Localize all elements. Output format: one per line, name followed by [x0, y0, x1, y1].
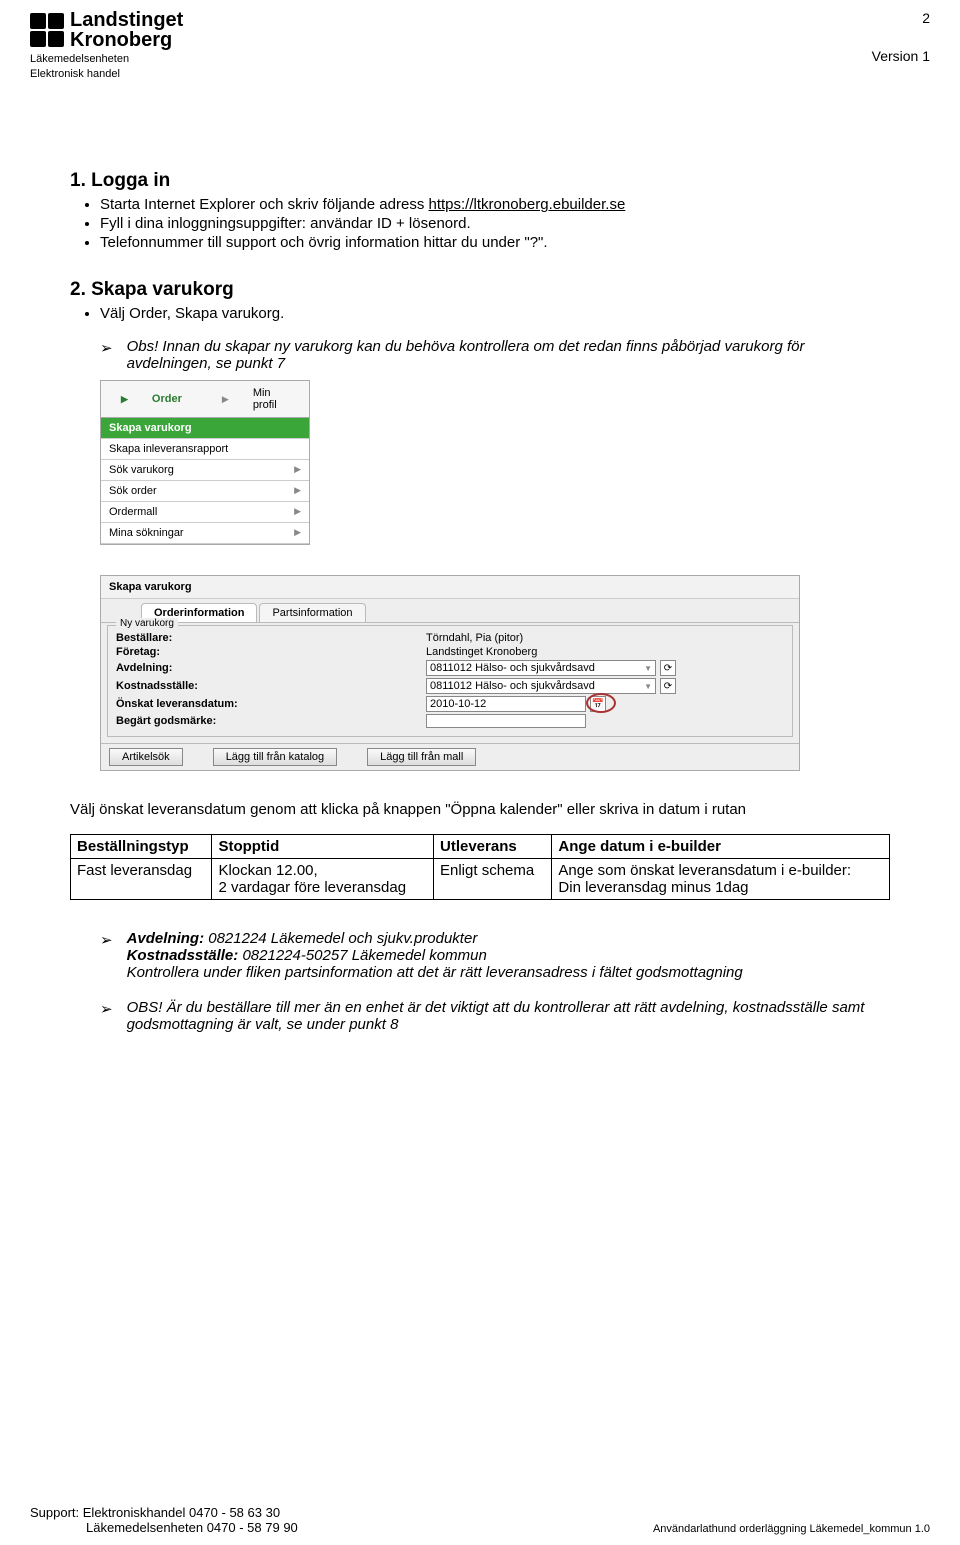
- refresh-icon[interactable]: ⟳: [660, 678, 676, 694]
- combo-kostnad-value: 0811012 Hälso- och sjukvårdsavd: [430, 680, 595, 692]
- menu-item[interactable]: Skapa inleveransrapport: [101, 439, 309, 460]
- footer-left-line1: Support: Elektroniskhandel 0470 - 58 63 …: [30, 1505, 298, 1520]
- chevron-right-icon: ▶: [294, 464, 301, 476]
- delivery-table: Beställningstyp Stopptid Utleverans Ange…: [70, 834, 890, 900]
- chevron-right-icon: ▶: [294, 527, 301, 539]
- create-cart-form-screenshot: Skapa varukorg Orderinformation Partsinf…: [100, 575, 800, 771]
- chevron-down-icon: ▼: [640, 682, 652, 691]
- logo-line1: Landstinget: [70, 10, 183, 30]
- logo-icon: [30, 13, 64, 47]
- logo-line2: Kronoberg: [70, 30, 183, 50]
- menu-item-label: Sök order: [109, 485, 157, 497]
- tab-partsinfo[interactable]: Partsinformation: [259, 603, 365, 622]
- version-label: Version 1: [872, 48, 930, 64]
- button-artikelsok[interactable]: Artikelsök: [109, 748, 183, 766]
- menu-item[interactable]: Sök varukorg ▶: [101, 460, 309, 481]
- arrow-icon: ➢: [100, 338, 113, 372]
- logo-sub2: Elektronisk handel: [30, 68, 183, 80]
- arrow-icon: ➢: [100, 999, 113, 1033]
- list-item: Telefonnummer till support och övrig inf…: [100, 234, 890, 251]
- table-cell: Enligt schema: [434, 859, 552, 900]
- input-godsmarke[interactable]: [426, 714, 586, 728]
- triangle-icon: ▶: [212, 391, 239, 408]
- button-lagg-katalog[interactable]: Lägg till från katalog: [213, 748, 337, 766]
- label-avdelning: Avdelning:: [116, 662, 426, 674]
- logo-block: Landstinget Kronoberg Läkemedelsenheten …: [30, 10, 183, 80]
- section2-bullets: Välj Order, Skapa varukorg.: [100, 305, 890, 322]
- note-obs: OBS! Är du beställare till mer än en enh…: [127, 999, 890, 1033]
- value-foretag: Landstinget Kronoberg: [426, 646, 537, 658]
- footer-right: Användarlathund orderläggning Läkemedel_…: [653, 1523, 930, 1535]
- chevron-right-icon: ▶: [294, 485, 301, 497]
- table-row: Fast leveransdagKlockan 12.00,2 vardagar…: [71, 859, 890, 900]
- menu-item-label: Sök varukorg: [109, 464, 174, 476]
- menu-top-order[interactable]: ▶Order: [101, 381, 202, 417]
- th-utleverans: Utleverans: [434, 835, 552, 859]
- order-menu-screenshot: ▶Order ▶Min profil Skapa varukorg Skapa i…: [100, 380, 310, 545]
- page-number: 2: [872, 10, 930, 26]
- para-after-form: Välj önskat leveransdatum genom att klic…: [70, 801, 890, 818]
- menu-item-label: Skapa inleveransrapport: [109, 443, 228, 455]
- menu-item-label: Ordermall: [109, 506, 157, 518]
- bullet-text: Starta Internet Explorer och skriv följa…: [100, 196, 429, 213]
- section2-note: Obs! Innan du skapar ny varukorg kan du …: [127, 338, 890, 372]
- th-stopptid: Stopptid: [212, 835, 434, 859]
- chevron-down-icon: ▼: [640, 664, 652, 673]
- footer-left-line2: Läkemedelsenheten 0470 - 58 79 90: [86, 1520, 298, 1535]
- label-levdatum: Önskat leveransdatum:: [116, 698, 426, 710]
- section1-title: 1. Logga in: [70, 170, 890, 192]
- form-title: Skapa varukorg: [101, 576, 799, 599]
- button-lagg-mall[interactable]: Lägg till från mall: [367, 748, 476, 766]
- menu-item-label: Skapa varukorg: [109, 422, 192, 434]
- table-cell: Ange som önskat leveransdatum i e-builde…: [552, 859, 890, 900]
- menu-top-profile[interactable]: ▶Min profil: [202, 381, 309, 417]
- value-bestallare: Törndahl, Pia (pitor): [426, 632, 523, 644]
- list-item: Välj Order, Skapa varukorg.: [100, 305, 890, 322]
- label-kostnad: Kostnadsställe:: [116, 680, 426, 692]
- th-bestallningstyp: Beställningstyp: [71, 835, 212, 859]
- input-levdatum[interactable]: 2010-10-12: [426, 696, 586, 712]
- table-cell: Klockan 12.00,2 vardagar före leveransda…: [212, 859, 434, 900]
- refresh-icon[interactable]: ⟳: [660, 660, 676, 676]
- logo-sub1: Läkemedelsenheten: [30, 53, 183, 65]
- menu-item[interactable]: Ordermall ▶: [101, 502, 309, 523]
- table-cell: Fast leveransdag: [71, 859, 212, 900]
- highlight-circle-icon: [586, 693, 616, 713]
- section2-title: 2. Skapa varukorg: [70, 279, 890, 301]
- login-url-link[interactable]: https://ltkronoberg.ebuilder.se: [429, 196, 626, 213]
- label-godsmarke: Begärt godsmärke:: [116, 715, 426, 727]
- combo-kostnad[interactable]: 0811012 Hälso- och sjukvårdsavd ▼: [426, 678, 656, 694]
- note-avdelning: Avdelning: 0821224 Läkemedel och sjukv.p…: [127, 930, 743, 981]
- triangle-icon: ▶: [111, 391, 138, 408]
- menu-item[interactable]: Sök order ▶: [101, 481, 309, 502]
- menu-item[interactable]: Mina sökningar ▶: [101, 523, 309, 544]
- label-bestallare: Beställare:: [116, 632, 426, 644]
- combo-avdelning-value: 0811012 Hälso- och sjukvårdsavd: [430, 662, 595, 674]
- footer-left: Support: Elektroniskhandel 0470 - 58 63 …: [30, 1505, 298, 1535]
- list-item: Fyll i dina inloggningsuppgifter: använd…: [100, 215, 890, 232]
- arrow-icon: ➢: [100, 930, 113, 981]
- th-ange-datum: Ange datum i e-builder: [552, 835, 890, 859]
- menu-item-label: Mina sökningar: [109, 527, 184, 539]
- chevron-right-icon: ▶: [294, 506, 301, 518]
- combo-avdelning[interactable]: 0811012 Hälso- och sjukvårdsavd ▼: [426, 660, 656, 676]
- list-item: Starta Internet Explorer och skriv följa…: [100, 196, 890, 213]
- label-foretag: Företag:: [116, 646, 426, 658]
- fieldset-legend: Ny varukorg: [116, 618, 178, 629]
- menu-item[interactable]: Skapa varukorg: [101, 418, 309, 439]
- section1-bullets: Starta Internet Explorer och skriv följa…: [100, 196, 890, 251]
